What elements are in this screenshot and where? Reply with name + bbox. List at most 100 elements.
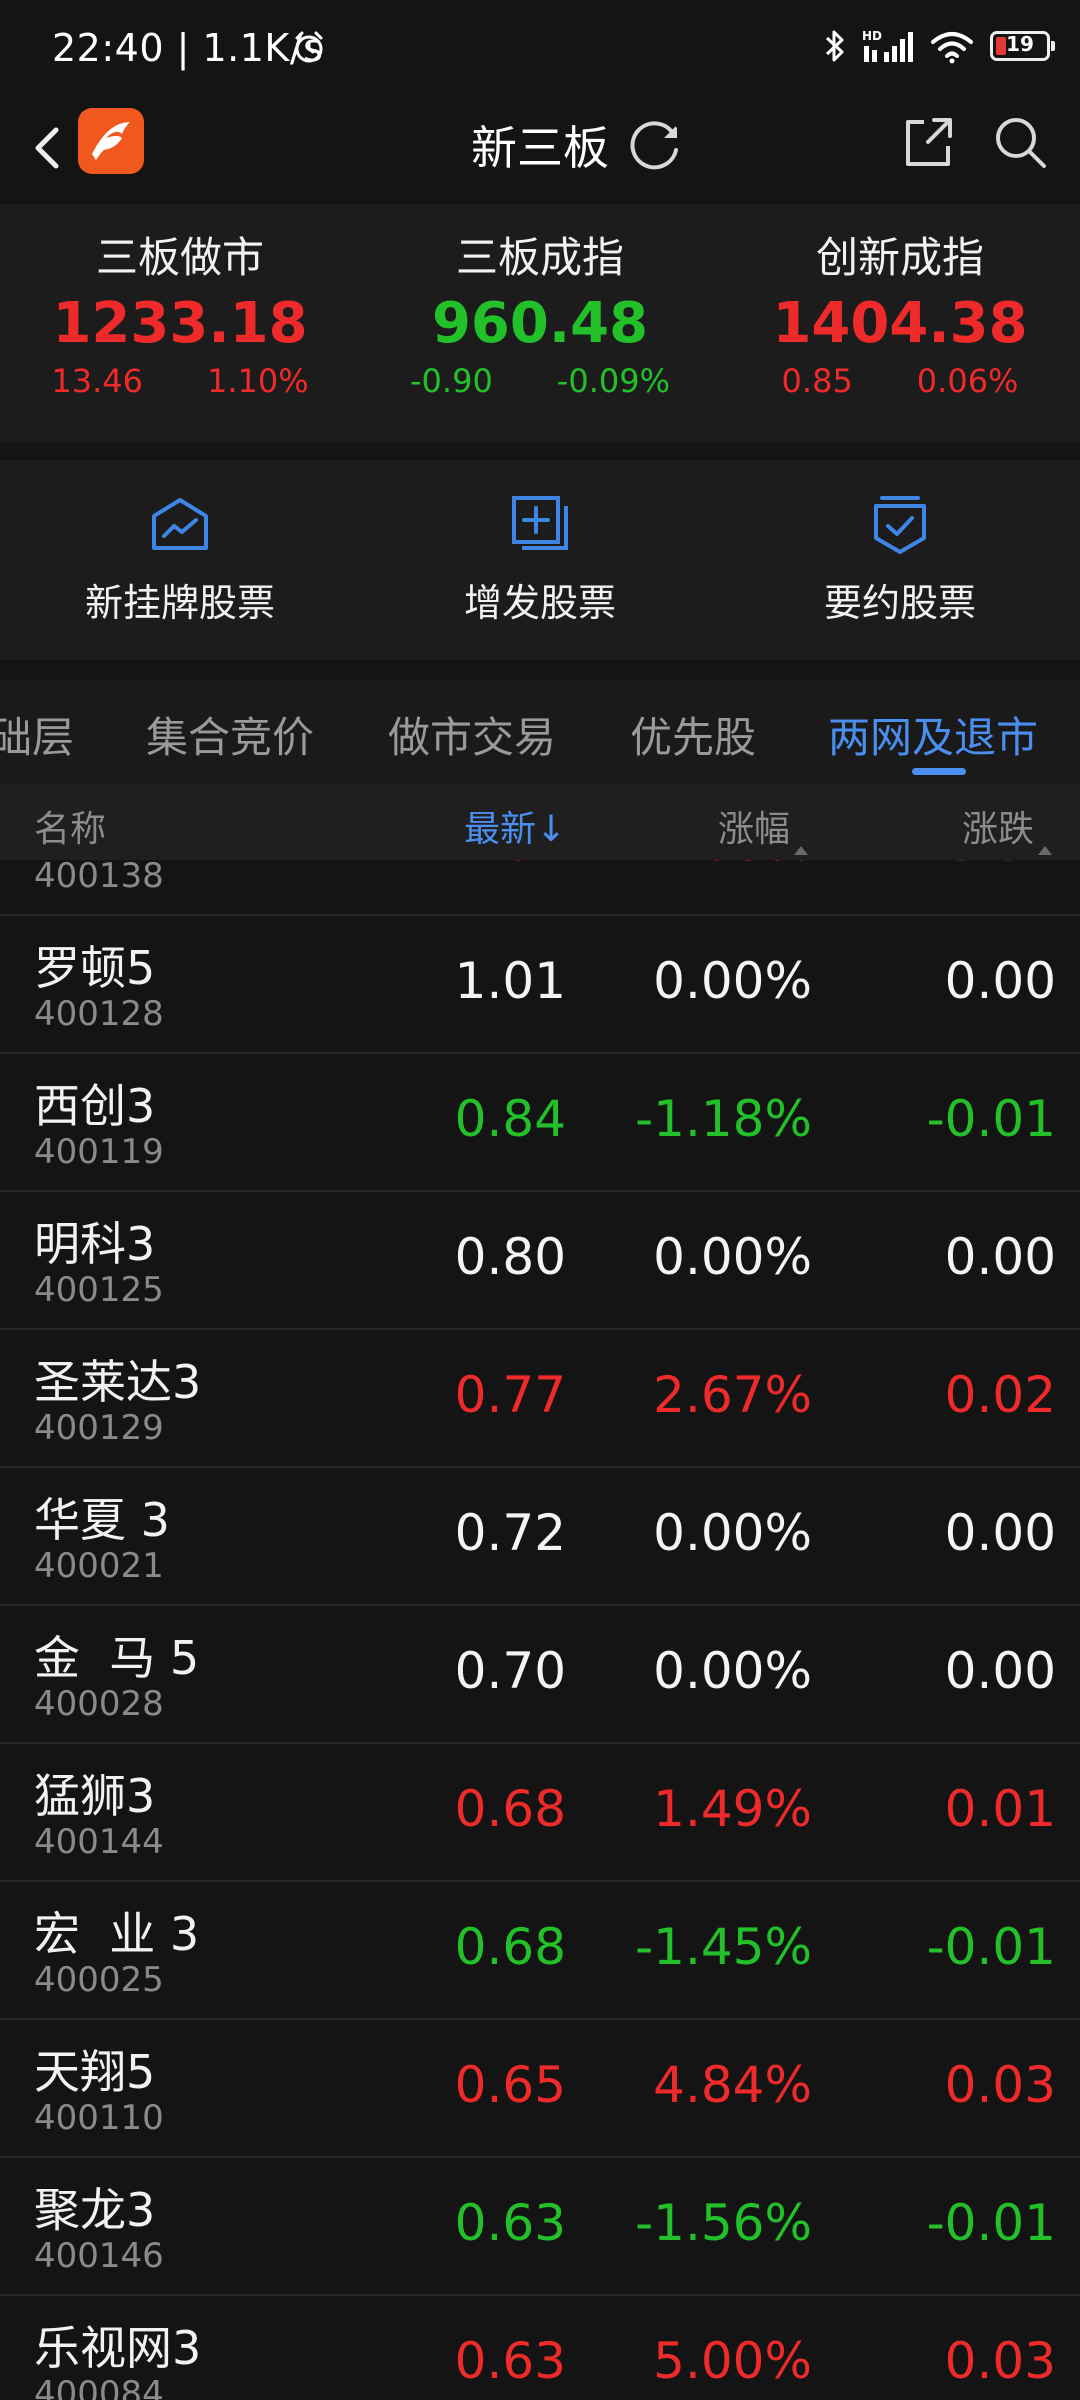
table-row[interactable]: 圣莱达3 400129 0.77 2.67% 0.02 <box>0 1330 1080 1468</box>
index-change: -0.90 <box>410 362 493 400</box>
stock-name: 明科3 <box>34 1217 156 1271</box>
stock-pct: 0.00% <box>653 952 812 1010</box>
stock-chg: -0.01 <box>926 1918 1056 1976</box>
stock-name: 天翔5 <box>34 2045 156 2099</box>
stock-code: 400146 <box>34 2236 164 2276</box>
tab-jihe-jingjia[interactable]: 集合竞价 <box>146 704 314 765</box>
active-tab-indicator <box>912 768 966 775</box>
table-row[interactable]: 天翔5 400110 0.65 4.84% 0.03 <box>0 2020 1080 2158</box>
stock-price: 0.80 <box>454 1228 566 1286</box>
table-row[interactable]: 猛狮3 400144 0.68 1.49% 0.01 <box>0 1744 1080 1882</box>
stock-code: 400110 <box>34 2098 164 2138</box>
bluetooth-icon <box>825 30 844 62</box>
refresh-icon[interactable] <box>624 112 688 176</box>
index-pct: 0.06% <box>916 362 1019 400</box>
stock-name: 金 马 5 <box>34 1631 200 1685</box>
index-change: 0.85 <box>781 362 853 400</box>
table-row[interactable]: 罗顿5 400128 1.01 0.00% 0.00 <box>0 916 1080 1054</box>
battery-icon: 19 <box>990 31 1055 61</box>
tab-jichu[interactable]: 础层 <box>0 704 74 765</box>
stock-code: 400028 <box>34 1684 164 1724</box>
stock-code: 400119 <box>34 1132 164 1172</box>
stock-chg: 0.00 <box>944 952 1056 1010</box>
table-row[interactable]: 金 马 5 400028 0.70 0.00% 0.00 <box>0 1606 1080 1744</box>
stock-pct: -1.18% <box>635 1090 812 1148</box>
stock-pct: 0.00% <box>653 1228 812 1286</box>
tab-youxian-gu[interactable]: 优先股 <box>630 704 756 765</box>
stock-price: 0.84 <box>454 1090 566 1148</box>
search-icon[interactable] <box>990 112 1050 172</box>
shortcut-new-listing[interactable]: 新挂牌股票 <box>0 460 360 660</box>
stock-price: 0.68 <box>454 1918 566 1976</box>
share-icon[interactable] <box>898 112 958 172</box>
index-value: 1404.38 <box>772 291 1028 356</box>
index-card-chuangxin-chengzhi[interactable]: 创新成指 1404.38 0.85 0.06% <box>720 204 1080 442</box>
shortcut-label: 要约股票 <box>823 581 976 625</box>
col-change-pct[interactable]: 涨幅 <box>718 800 809 855</box>
index-pct: -0.09% <box>556 362 670 400</box>
stock-chg: 0.00 <box>944 1504 1056 1562</box>
table-header: 名称 最新↓ 涨幅 涨跌 <box>0 784 1080 860</box>
add-issue-icon <box>512 496 568 550</box>
tab-liangwang-tuishi[interactable]: 两网及退市 <box>828 704 1038 765</box>
stock-name: 圣莱达3 <box>34 1355 202 1409</box>
table-row[interactable]: 明科3 400125 0.80 0.00% 0.00 <box>0 1192 1080 1330</box>
stock-pct: 5.00% <box>653 2332 812 2390</box>
svg-text:HD: HD <box>862 29 882 43</box>
sort-desc-icon: ↓ <box>536 809 567 850</box>
table-row[interactable]: 西创3 400119 0.84 -1.18% -0.01 <box>0 1054 1080 1192</box>
stock-code: 400084 <box>34 2374 164 2400</box>
stock-list: 400138 1.02 4.08% 0.04 罗顿5 400128 1.01 0… <box>0 860 1080 2400</box>
stock-pct: 2.67% <box>653 1366 812 1424</box>
stock-price: 1.02 <box>455 860 566 872</box>
table-row[interactable]: 400138 1.02 4.08% 0.04 <box>0 860 1080 916</box>
stock-price: 0.68 <box>454 1780 566 1838</box>
tab-zuoshi-jiaoyi[interactable]: 做市交易 <box>388 704 556 765</box>
new-listing-icon <box>152 498 208 550</box>
shortcut-label: 新挂牌股票 <box>84 581 275 625</box>
shortcut-tender-offer[interactable]: 要约股票 <box>720 460 1080 660</box>
index-card-sanban-zuoshi[interactable]: 三板做市 1233.18 13.46 1.10% <box>0 204 360 442</box>
tender-offer-icon <box>874 496 926 554</box>
stock-chg: 0.00 <box>944 1228 1056 1286</box>
stock-price: 0.70 <box>454 1642 566 1700</box>
stock-pct: 4.84% <box>653 2056 812 2114</box>
stock-chg: -0.01 <box>926 1090 1056 1148</box>
stock-pct: -1.56% <box>635 2194 812 2252</box>
stock-name: 乐视网3 <box>34 2321 202 2375</box>
signal-icon: HD <box>862 29 913 62</box>
index-name: 创新成指 <box>815 233 984 282</box>
stock-code: 400138 <box>34 860 164 896</box>
sort-icon <box>1038 846 1053 855</box>
sort-icon <box>794 846 809 855</box>
stock-name: 华夏 3 <box>34 1493 170 1547</box>
stock-name: 罗顿5 <box>34 941 156 995</box>
shortcut-add-issue[interactable]: 增发股票 <box>360 460 720 660</box>
stock-pct: 1.49% <box>653 1780 812 1838</box>
table-row[interactable]: 聚龙3 400146 0.63 -1.56% -0.01 <box>0 2158 1080 2296</box>
table-row[interactable]: 华夏 3 400021 0.72 0.00% 0.00 <box>0 1468 1080 1606</box>
index-pct: 1.10% <box>206 362 309 400</box>
stock-price: 1.01 <box>454 952 566 1010</box>
stock-code: 400125 <box>34 1270 164 1310</box>
table-row[interactable]: 乐视网3 400084 0.63 5.00% 0.03 <box>0 2296 1080 2400</box>
wifi-icon <box>931 32 973 64</box>
stock-price: 0.63 <box>454 2194 566 2252</box>
col-latest[interactable]: 最新↓ <box>464 800 566 852</box>
table-row[interactable]: 宏 业 3 400025 0.68 -1.45% -0.01 <box>0 1882 1080 2020</box>
index-card-sanban-chengzhi[interactable]: 三板成指 960.48 -0.90 -0.09% <box>360 204 720 442</box>
stock-price: 0.63 <box>454 2332 566 2390</box>
status-time: 22:40 | 1.1K/s <box>52 26 324 70</box>
alarm-icon <box>295 31 323 63</box>
stock-pct: 4.08% <box>653 860 812 872</box>
stock-name: 西创3 <box>34 1079 156 1133</box>
stock-price: 0.65 <box>454 2056 566 2114</box>
stock-code: 400144 <box>34 1822 164 1862</box>
index-change: 13.46 <box>51 362 143 400</box>
stock-chg: 0.02 <box>944 1366 1056 1424</box>
market-tabs: 础层 集合竞价 做市交易 优先股 两网及退市 <box>0 680 1080 784</box>
battery-level: 19 <box>1006 32 1034 56</box>
col-name[interactable]: 名称 <box>34 800 106 852</box>
col-change[interactable]: 涨跌 <box>962 800 1053 855</box>
index-name: 三板成指 <box>455 233 624 282</box>
